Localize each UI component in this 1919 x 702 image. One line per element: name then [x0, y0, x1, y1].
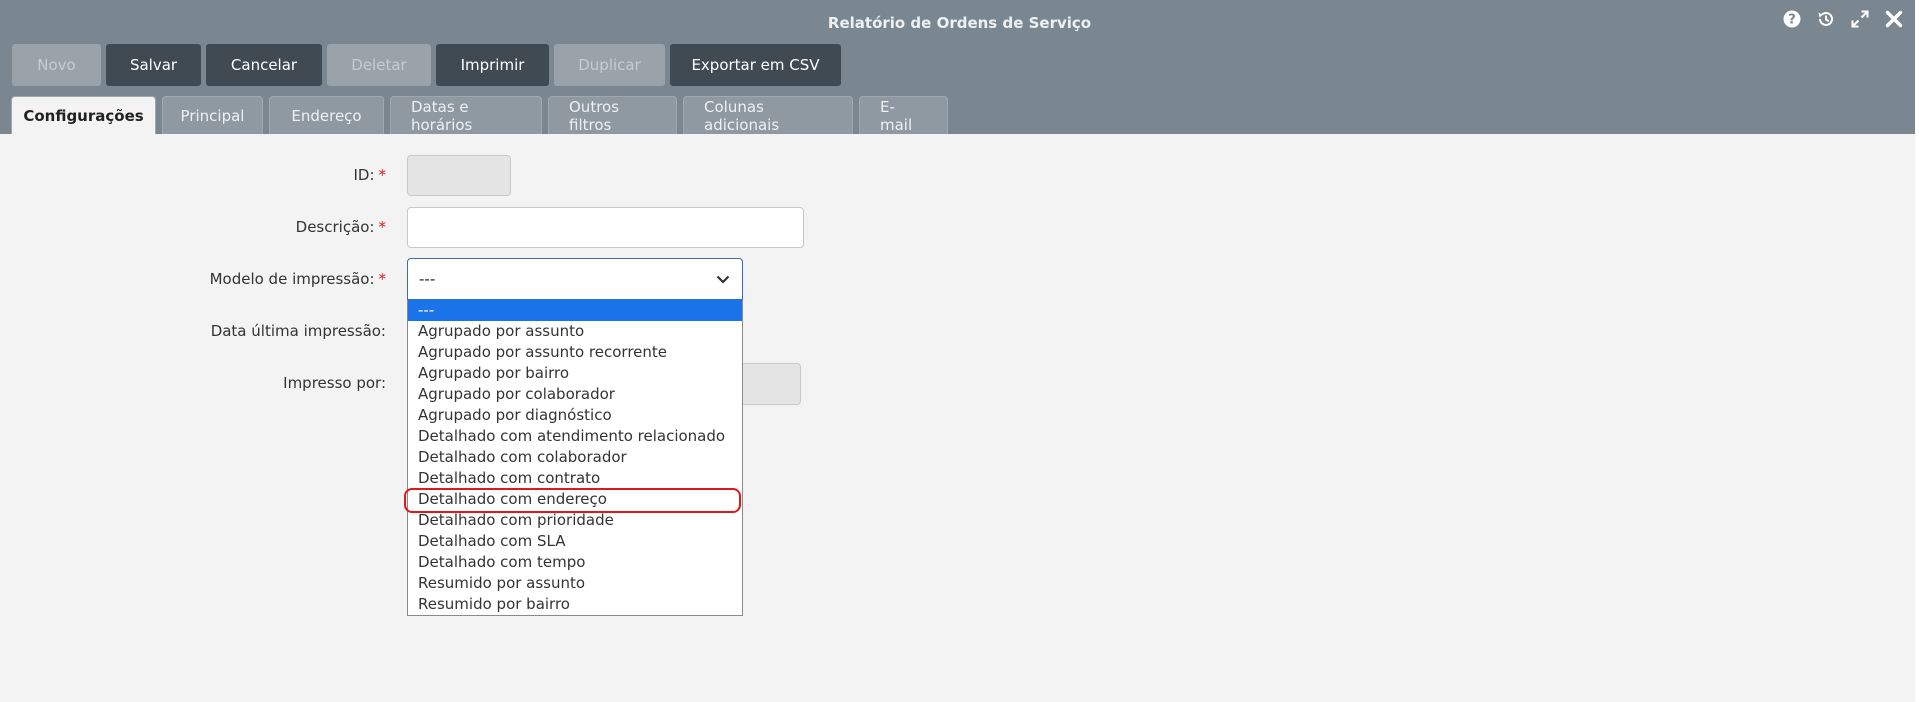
id-field[interactable] [407, 155, 511, 196]
dropdown-option[interactable]: Detalhado com atendimento relacionado [408, 426, 742, 447]
printed-by-label: Impresso por: [283, 374, 386, 392]
tab-outros-filtros[interactable]: Outros filtros [548, 96, 677, 134]
dropdown-option[interactable]: Agrupado por colaborador [408, 384, 742, 405]
dropdown-option[interactable]: Agrupado por assunto recorrente [408, 342, 742, 363]
dropdown-option[interactable]: Resumido por bairro [408, 594, 742, 615]
delete-button[interactable]: Deletar [327, 44, 431, 86]
id-label: ID: * [353, 166, 387, 184]
save-button[interactable]: Salvar [106, 44, 201, 86]
tab-bar: Configurações Principal Endereço Datas e… [11, 96, 948, 134]
new-button[interactable]: Novo [12, 44, 101, 86]
tab-principal[interactable]: Principal [162, 96, 263, 134]
print-model-dropdown: --- Agrupado por assunto Agrupado por as… [404, 300, 743, 616]
tab-configuracoes[interactable]: Configurações [11, 96, 156, 134]
print-button[interactable]: Imprimir [436, 44, 549, 86]
dropdown-option[interactable]: Detalhado com colaborador [408, 447, 742, 468]
last-print-date-label: Data última impressão: [210, 322, 386, 340]
export-csv-button[interactable]: Exportar em CSV [670, 44, 841, 86]
dropdown-option[interactable]: Resumido por assunto [408, 573, 742, 594]
printed-by-field[interactable] [740, 363, 801, 405]
dropdown-option[interactable]: Detalhado com prioridade [408, 510, 742, 531]
print-model-label: Modelo de impressão: * [209, 270, 387, 288]
dropdown-option[interactable]: Detalhado com contrato [408, 468, 742, 489]
dropdown-option-highlighted[interactable]: Detalhado com endereço [404, 488, 742, 513]
history-icon[interactable] [1815, 8, 1837, 30]
duplicate-button[interactable]: Duplicar [554, 44, 665, 86]
dropdown-option[interactable]: Agrupado por assunto [408, 321, 742, 342]
window-header: Relatório de Ordens de Serviço ? Novo Sa… [0, 0, 1919, 134]
close-icon[interactable] [1883, 8, 1905, 30]
cancel-button[interactable]: Cancelar [206, 44, 322, 86]
required-mark: * [378, 270, 387, 288]
required-mark: * [378, 218, 387, 236]
window-controls: ? [1781, 8, 1905, 30]
help-icon[interactable]: ? [1781, 8, 1803, 30]
tab-endereco[interactable]: Endereço [269, 96, 384, 134]
required-mark: * [378, 166, 387, 184]
scrollbar-track[interactable] [1915, 0, 1919, 702]
window-title: Relatório de Ordens de Serviço [827, 14, 1092, 32]
chevron-down-icon [716, 275, 730, 284]
tab-email[interactable]: E-mail [859, 96, 948, 134]
print-model-value: --- [419, 270, 436, 288]
toolbar: Novo Salvar Cancelar Deletar Imprimir Du… [12, 44, 841, 86]
svg-text:?: ? [1788, 13, 1796, 28]
expand-icon[interactable] [1849, 8, 1871, 30]
print-model-select[interactable]: --- [407, 258, 743, 300]
tab-datas-e-horarios[interactable]: Datas e horários [390, 96, 542, 134]
dropdown-option[interactable]: Agrupado por diagnóstico [408, 405, 742, 426]
dropdown-option[interactable]: --- [408, 300, 742, 321]
dropdown-option[interactable]: Detalhado com SLA [408, 531, 742, 552]
dropdown-option[interactable]: Agrupado por bairro [408, 363, 742, 384]
tab-colunas-adicionais[interactable]: Colunas adicionais [683, 96, 853, 134]
description-field[interactable] [407, 207, 804, 248]
dropdown-option[interactable]: Detalhado com tempo [408, 552, 742, 573]
description-label: Descrição: * [295, 218, 387, 236]
